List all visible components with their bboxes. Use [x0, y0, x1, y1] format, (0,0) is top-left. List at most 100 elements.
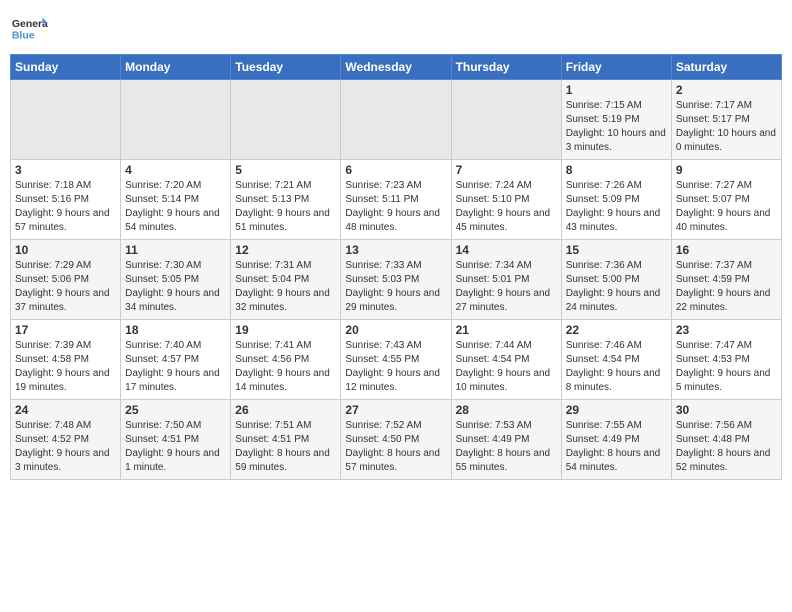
weekday-header-sunday: Sunday	[11, 55, 121, 80]
calendar-week-4: 17 Sunrise: 7:39 AM Sunset: 4:58 PM Dayli…	[11, 320, 782, 400]
weekday-header-monday: Monday	[121, 55, 231, 80]
day-number: 11	[125, 243, 226, 257]
day-number: 7	[456, 163, 557, 177]
svg-text:Blue: Blue	[12, 31, 35, 42]
calendar-day-cell	[451, 80, 561, 160]
day-info: Sunrise: 7:51 AM Sunset: 4:51 PM Dayligh…	[235, 419, 336, 475]
day-number: 17	[15, 323, 116, 337]
calendar-table: SundayMondayTuesdayWednesdayThursdayFrid…	[10, 54, 782, 480]
day-info: Sunrise: 7:39 AM Sunset: 4:58 PM Dayligh…	[15, 339, 116, 395]
calendar-week-3: 10Sunrise: 7:29 AM Sunset: 5:06 PM Dayli…	[11, 240, 782, 320]
day-info: Sunrise: 7:23 AM Sunset: 5:11 PM Dayligh…	[345, 179, 446, 235]
calendar-day-cell: 29 Sunrise: 7:55 AM Sunset: 4:49 PM Dayli…	[561, 400, 671, 480]
day-info: Sunrise: 7:56 AM Sunset: 4:48 PM Dayligh…	[676, 419, 777, 475]
day-info: Sunrise: 7:33 AM Sunset: 5:03 PM Dayligh…	[345, 259, 446, 315]
calendar-week-1: 1 Sunrise: 7:15 AM Sunset: 5:19 PM Daylig…	[11, 80, 782, 160]
calendar-day-cell: 17 Sunrise: 7:39 AM Sunset: 4:58 PM Dayli…	[11, 320, 121, 400]
calendar-day-cell: 15 Sunrise: 7:36 AM Sunset: 5:00 PM Dayli…	[561, 240, 671, 320]
day-info: Sunrise: 7:44 AM Sunset: 4:54 PM Dayligh…	[456, 339, 557, 395]
day-number: 2	[676, 83, 777, 97]
day-info: Sunrise: 7:41 AM Sunset: 4:56 PM Dayligh…	[235, 339, 336, 395]
calendar-day-cell: 9 Sunrise: 7:27 AM Sunset: 5:07 PM Daylig…	[671, 160, 781, 240]
day-info: Sunrise: 7:36 AM Sunset: 5:00 PM Dayligh…	[566, 259, 667, 315]
calendar-day-cell: 13 Sunrise: 7:33 AM Sunset: 5:03 PM Dayli…	[341, 240, 451, 320]
calendar-day-cell: 24 Sunrise: 7:48 AM Sunset: 4:52 PM Dayli…	[11, 400, 121, 480]
day-info: Sunrise: 7:52 AM Sunset: 4:50 PM Dayligh…	[345, 419, 446, 475]
calendar-day-cell: 28 Sunrise: 7:53 AM Sunset: 4:49 PM Dayli…	[451, 400, 561, 480]
calendar-day-cell: 2 Sunrise: 7:17 AM Sunset: 5:17 PM Daylig…	[671, 80, 781, 160]
day-info: Sunrise: 7:37 AM Sunset: 4:59 PM Dayligh…	[676, 259, 777, 315]
calendar-day-cell: 14Sunrise: 7:34 AM Sunset: 5:01 PM Dayli…	[451, 240, 561, 320]
day-number: 12	[235, 243, 336, 257]
weekday-header-wednesday: Wednesday	[341, 55, 451, 80]
day-number: 3	[15, 163, 116, 177]
day-number: 1	[566, 83, 667, 97]
day-number: 8	[566, 163, 667, 177]
calendar-day-cell: 23 Sunrise: 7:47 AM Sunset: 4:53 PM Dayli…	[671, 320, 781, 400]
calendar-day-cell	[341, 80, 451, 160]
day-info: Sunrise: 7:20 AM Sunset: 5:14 PM Dayligh…	[125, 179, 226, 235]
day-number: 15	[566, 243, 667, 257]
calendar-day-cell: 3 Sunrise: 7:18 AM Sunset: 5:16 PM Daylig…	[11, 160, 121, 240]
calendar-day-cell: 12 Sunrise: 7:31 AM Sunset: 5:04 PM Dayli…	[231, 240, 341, 320]
calendar-day-cell	[231, 80, 341, 160]
day-number: 26	[235, 403, 336, 417]
day-number: 25	[125, 403, 226, 417]
calendar-day-cell: 7 Sunrise: 7:24 AM Sunset: 5:10 PM Daylig…	[451, 160, 561, 240]
weekday-header-friday: Friday	[561, 55, 671, 80]
weekday-header-saturday: Saturday	[671, 55, 781, 80]
calendar-day-cell: 10Sunrise: 7:29 AM Sunset: 5:06 PM Dayli…	[11, 240, 121, 320]
calendar-day-cell: 1 Sunrise: 7:15 AM Sunset: 5:19 PM Daylig…	[561, 80, 671, 160]
day-info: Sunrise: 7:18 AM Sunset: 5:16 PM Dayligh…	[15, 179, 116, 235]
day-number: 28	[456, 403, 557, 417]
day-number: 4	[125, 163, 226, 177]
day-info: Sunrise: 7:27 AM Sunset: 5:07 PM Dayligh…	[676, 179, 777, 235]
calendar-day-cell: 16 Sunrise: 7:37 AM Sunset: 4:59 PM Dayli…	[671, 240, 781, 320]
day-number: 16	[676, 243, 777, 257]
day-info: Sunrise: 7:40 AM Sunset: 4:57 PM Dayligh…	[125, 339, 226, 395]
day-info: Sunrise: 7:21 AM Sunset: 5:13 PM Dayligh…	[235, 179, 336, 235]
day-number: 6	[345, 163, 446, 177]
day-info: Sunrise: 7:24 AM Sunset: 5:10 PM Dayligh…	[456, 179, 557, 235]
day-number: 5	[235, 163, 336, 177]
day-number: 24	[15, 403, 116, 417]
calendar-day-cell: 8 Sunrise: 7:26 AM Sunset: 5:09 PM Daylig…	[561, 160, 671, 240]
day-info: Sunrise: 7:53 AM Sunset: 4:49 PM Dayligh…	[456, 419, 557, 475]
day-info: Sunrise: 7:17 AM Sunset: 5:17 PM Dayligh…	[676, 99, 777, 155]
weekday-header-thursday: Thursday	[451, 55, 561, 80]
calendar-day-cell	[11, 80, 121, 160]
calendar-week-5: 24 Sunrise: 7:48 AM Sunset: 4:52 PM Dayli…	[11, 400, 782, 480]
day-number: 14	[456, 243, 557, 257]
day-info: Sunrise: 7:47 AM Sunset: 4:53 PM Dayligh…	[676, 339, 777, 395]
calendar-day-cell: 18Sunrise: 7:40 AM Sunset: 4:57 PM Dayli…	[121, 320, 231, 400]
calendar-body: 1 Sunrise: 7:15 AM Sunset: 5:19 PM Daylig…	[11, 80, 782, 480]
calendar-day-cell: 30Sunrise: 7:56 AM Sunset: 4:48 PM Dayli…	[671, 400, 781, 480]
page-header: General Blue	[10, 10, 782, 48]
calendar-week-2: 3 Sunrise: 7:18 AM Sunset: 5:16 PM Daylig…	[11, 160, 782, 240]
day-info: Sunrise: 7:50 AM Sunset: 4:51 PM Dayligh…	[125, 419, 226, 475]
day-info: Sunrise: 7:30 AM Sunset: 5:05 PM Dayligh…	[125, 259, 226, 315]
calendar-day-cell: 4 Sunrise: 7:20 AM Sunset: 5:14 PM Daylig…	[121, 160, 231, 240]
logo: General Blue	[10, 10, 52, 48]
day-number: 29	[566, 403, 667, 417]
day-number: 13	[345, 243, 446, 257]
calendar-header-row: SundayMondayTuesdayWednesdayThursdayFrid…	[11, 55, 782, 80]
day-number: 19	[235, 323, 336, 337]
day-number: 21	[456, 323, 557, 337]
day-number: 9	[676, 163, 777, 177]
day-number: 23	[676, 323, 777, 337]
day-info: Sunrise: 7:43 AM Sunset: 4:55 PM Dayligh…	[345, 339, 446, 395]
calendar-day-cell: 6 Sunrise: 7:23 AM Sunset: 5:11 PM Daylig…	[341, 160, 451, 240]
day-info: Sunrise: 7:15 AM Sunset: 5:19 PM Dayligh…	[566, 99, 667, 155]
day-info: Sunrise: 7:55 AM Sunset: 4:49 PM Dayligh…	[566, 419, 667, 475]
calendar-day-cell: 20 Sunrise: 7:43 AM Sunset: 4:55 PM Dayli…	[341, 320, 451, 400]
day-info: Sunrise: 7:48 AM Sunset: 4:52 PM Dayligh…	[15, 419, 116, 475]
calendar-day-cell	[121, 80, 231, 160]
day-number: 20	[345, 323, 446, 337]
day-number: 22	[566, 323, 667, 337]
day-info: Sunrise: 7:31 AM Sunset: 5:04 PM Dayligh…	[235, 259, 336, 315]
day-info: Sunrise: 7:46 AM Sunset: 4:54 PM Dayligh…	[566, 339, 667, 395]
day-info: Sunrise: 7:26 AM Sunset: 5:09 PM Dayligh…	[566, 179, 667, 235]
weekday-header-tuesday: Tuesday	[231, 55, 341, 80]
day-info: Sunrise: 7:29 AM Sunset: 5:06 PM Dayligh…	[15, 259, 116, 315]
